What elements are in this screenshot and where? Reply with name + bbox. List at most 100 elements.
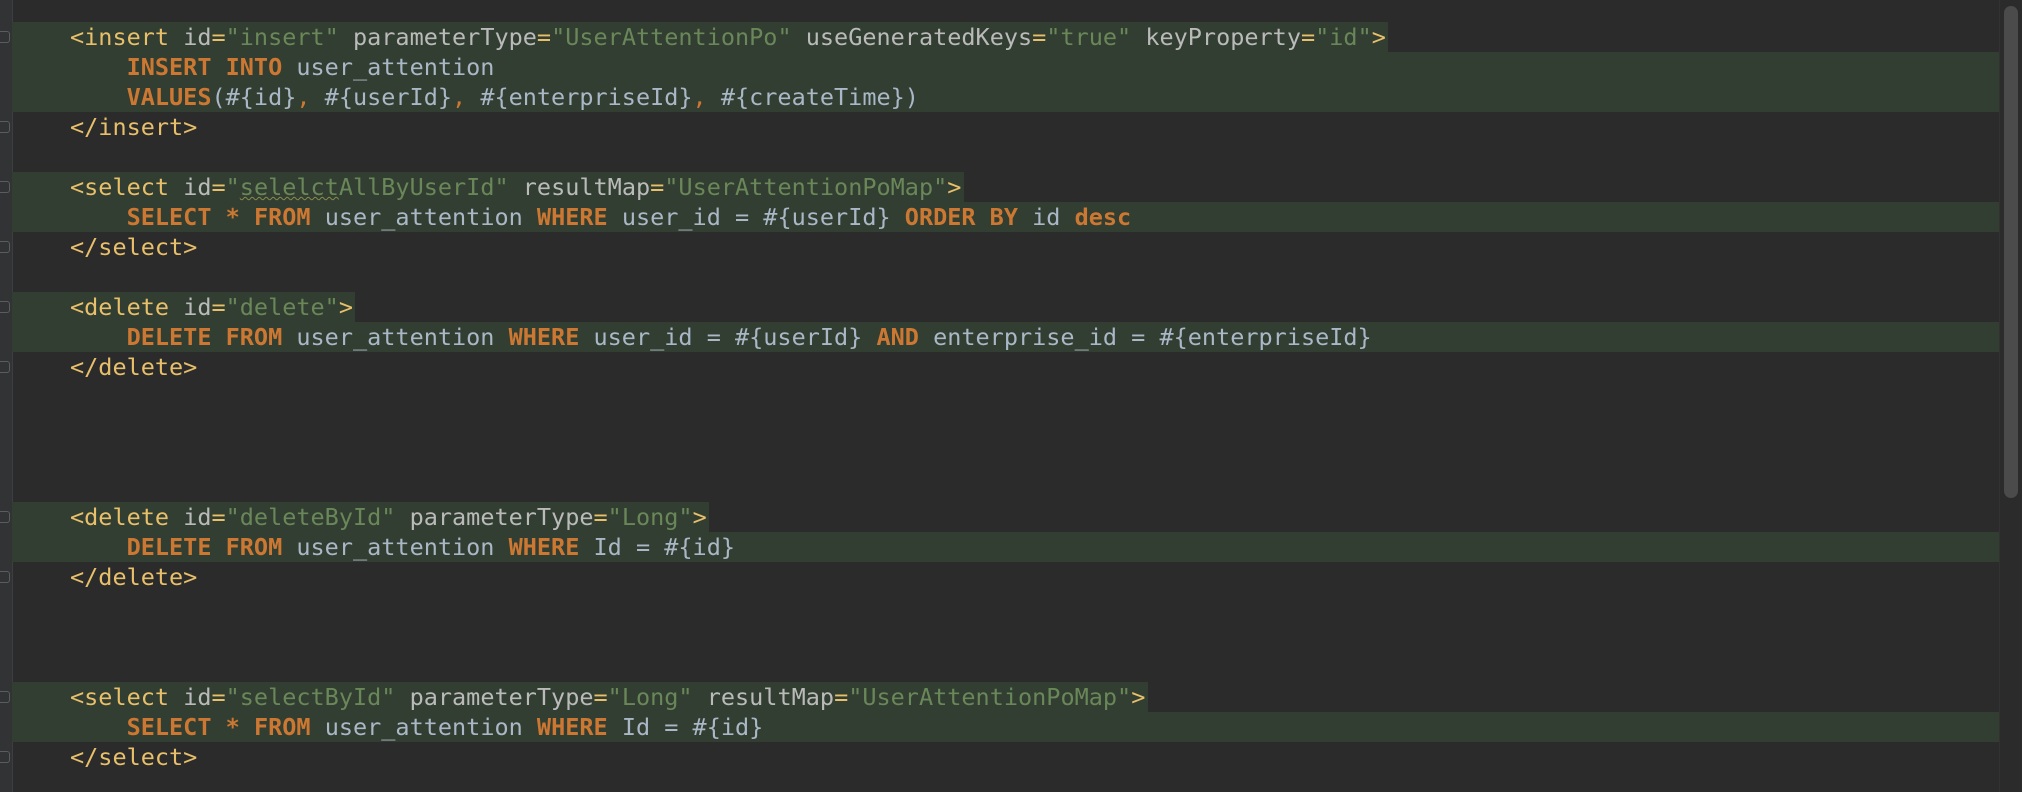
code-token: AND [876, 323, 919, 351]
code-token: </delete> [70, 563, 198, 591]
code-token: SELECT [126, 713, 212, 741]
code-token: "Long" [607, 683, 693, 711]
code-line[interactable]: </delete> [12, 562, 2002, 592]
code-token: = [834, 683, 849, 711]
code-token: user_attention [310, 203, 537, 231]
code-line[interactable]: </delete> [12, 352, 2002, 382]
code-token: , [692, 83, 721, 111]
fold-marker-icon[interactable] [0, 241, 10, 253]
code-token: DELETE FROM [126, 533, 283, 561]
code-line[interactable] [12, 472, 2002, 502]
code-token: selelct [239, 173, 339, 201]
code-line[interactable] [12, 262, 2002, 292]
code-line[interactable]: </insert> [12, 112, 2002, 142]
code-line[interactable]: </select> [12, 742, 2002, 772]
code-token: = [1032, 23, 1047, 51]
code-line-text: </delete> [12, 353, 197, 381]
code-token: parameterType [409, 683, 594, 711]
code-token: WHERE [508, 533, 580, 561]
code-line[interactable]: <delete id="deleteById" parameterType="L… [12, 502, 2002, 532]
code-line[interactable] [12, 592, 2002, 622]
code-token: = [211, 173, 226, 201]
code-editor[interactable]: <insert id="insert" parameterType="UserA… [0, 0, 2022, 792]
code-line[interactable]: SELECT * FROM user_attention WHERE Id = … [12, 712, 2002, 742]
code-line[interactable] [12, 142, 2002, 172]
code-line-text: </delete> [12, 563, 197, 591]
code-line[interactable]: DELETE FROM user_attention WHERE Id = #{… [12, 532, 2002, 562]
code-token: id [183, 503, 212, 531]
code-token: </delete> [70, 353, 198, 381]
code-token: id [183, 293, 212, 321]
code-line[interactable]: <select id="selelctAllByUserId" resultMa… [12, 172, 2002, 202]
code-line[interactable] [12, 652, 2002, 682]
fold-marker-icon[interactable] [0, 181, 10, 193]
fold-marker-icon[interactable] [0, 691, 10, 703]
code-token: <delete [70, 293, 184, 321]
code-line[interactable]: SELECT * FROM user_attention WHERE user_… [12, 202, 2002, 232]
code-token: </select> [70, 743, 198, 771]
code-line[interactable] [12, 622, 2002, 652]
vertical-scrollbar-thumb[interactable] [2004, 6, 2018, 498]
code-token: > [1371, 23, 1386, 51]
code-token: user_attention [282, 323, 509, 351]
fold-marker-icon[interactable] [0, 31, 10, 43]
code-token: = [211, 23, 226, 51]
code-token: AllByUserId" [338, 173, 509, 201]
code-token: <select [70, 683, 184, 711]
code-token: user_id = #{userId} [607, 203, 905, 231]
code-line[interactable] [12, 412, 2002, 442]
fold-marker-icon[interactable] [0, 361, 10, 373]
code-token: , [452, 83, 481, 111]
code-token: * [225, 203, 240, 231]
code-token: "UserAttentionPo" [551, 23, 792, 51]
code-token: </select> [70, 233, 198, 261]
code-token: keyProperty [1145, 23, 1301, 51]
code-line[interactable]: DELETE FROM user_attention WHERE user_id… [12, 322, 2002, 352]
code-token: "id" [1315, 23, 1372, 51]
code-token: = [211, 683, 226, 711]
code-token: > [1131, 683, 1146, 711]
code-token: <delete [70, 503, 184, 531]
code-line[interactable] [12, 442, 2002, 472]
code-token: Id = #{id} [579, 533, 736, 561]
code-line[interactable]: <insert id="insert" parameterType="UserA… [12, 22, 2002, 52]
code-token: "UserAttentionPoMap" [848, 683, 1132, 711]
code-token: </insert> [70, 113, 198, 141]
code-token: = [593, 503, 608, 531]
fold-marker-icon[interactable] [0, 751, 10, 763]
code-line[interactable]: <select id="selectById" parameterType="L… [12, 682, 2002, 712]
fold-marker-icon[interactable] [0, 121, 10, 133]
fold-marker-icon[interactable] [0, 571, 10, 583]
code-line[interactable]: </select> [12, 232, 2002, 262]
code-line-text: </select> [12, 743, 197, 771]
fold-marker-icon[interactable] [0, 301, 10, 313]
code-token: useGeneratedKeys [805, 23, 1033, 51]
code-line-text: </insert> [12, 113, 197, 141]
code-line[interactable] [12, 382, 2002, 412]
fold-marker-icon[interactable] [0, 511, 10, 523]
code-token: resultMap [522, 173, 651, 201]
code-line[interactable]: INSERT INTO user_attention [12, 52, 2002, 82]
code-token: <insert [70, 23, 184, 51]
code-line-text: <insert id="insert" parameterType="UserA… [12, 23, 1386, 51]
code-token: = [536, 23, 552, 51]
code-line[interactable]: VALUES(#{id}, #{userId}, #{enterpriseId}… [12, 82, 2002, 112]
vertical-scrollbar-track[interactable] [1999, 0, 2022, 792]
code-token: , [296, 83, 325, 111]
code-line-text: DELETE FROM user_attention WHERE Id = #{… [12, 533, 735, 561]
code-token: > [947, 173, 962, 201]
code-line[interactable]: <delete id="delete"> [12, 292, 2002, 322]
code-area[interactable]: <insert id="insert" parameterType="UserA… [12, 22, 2002, 772]
